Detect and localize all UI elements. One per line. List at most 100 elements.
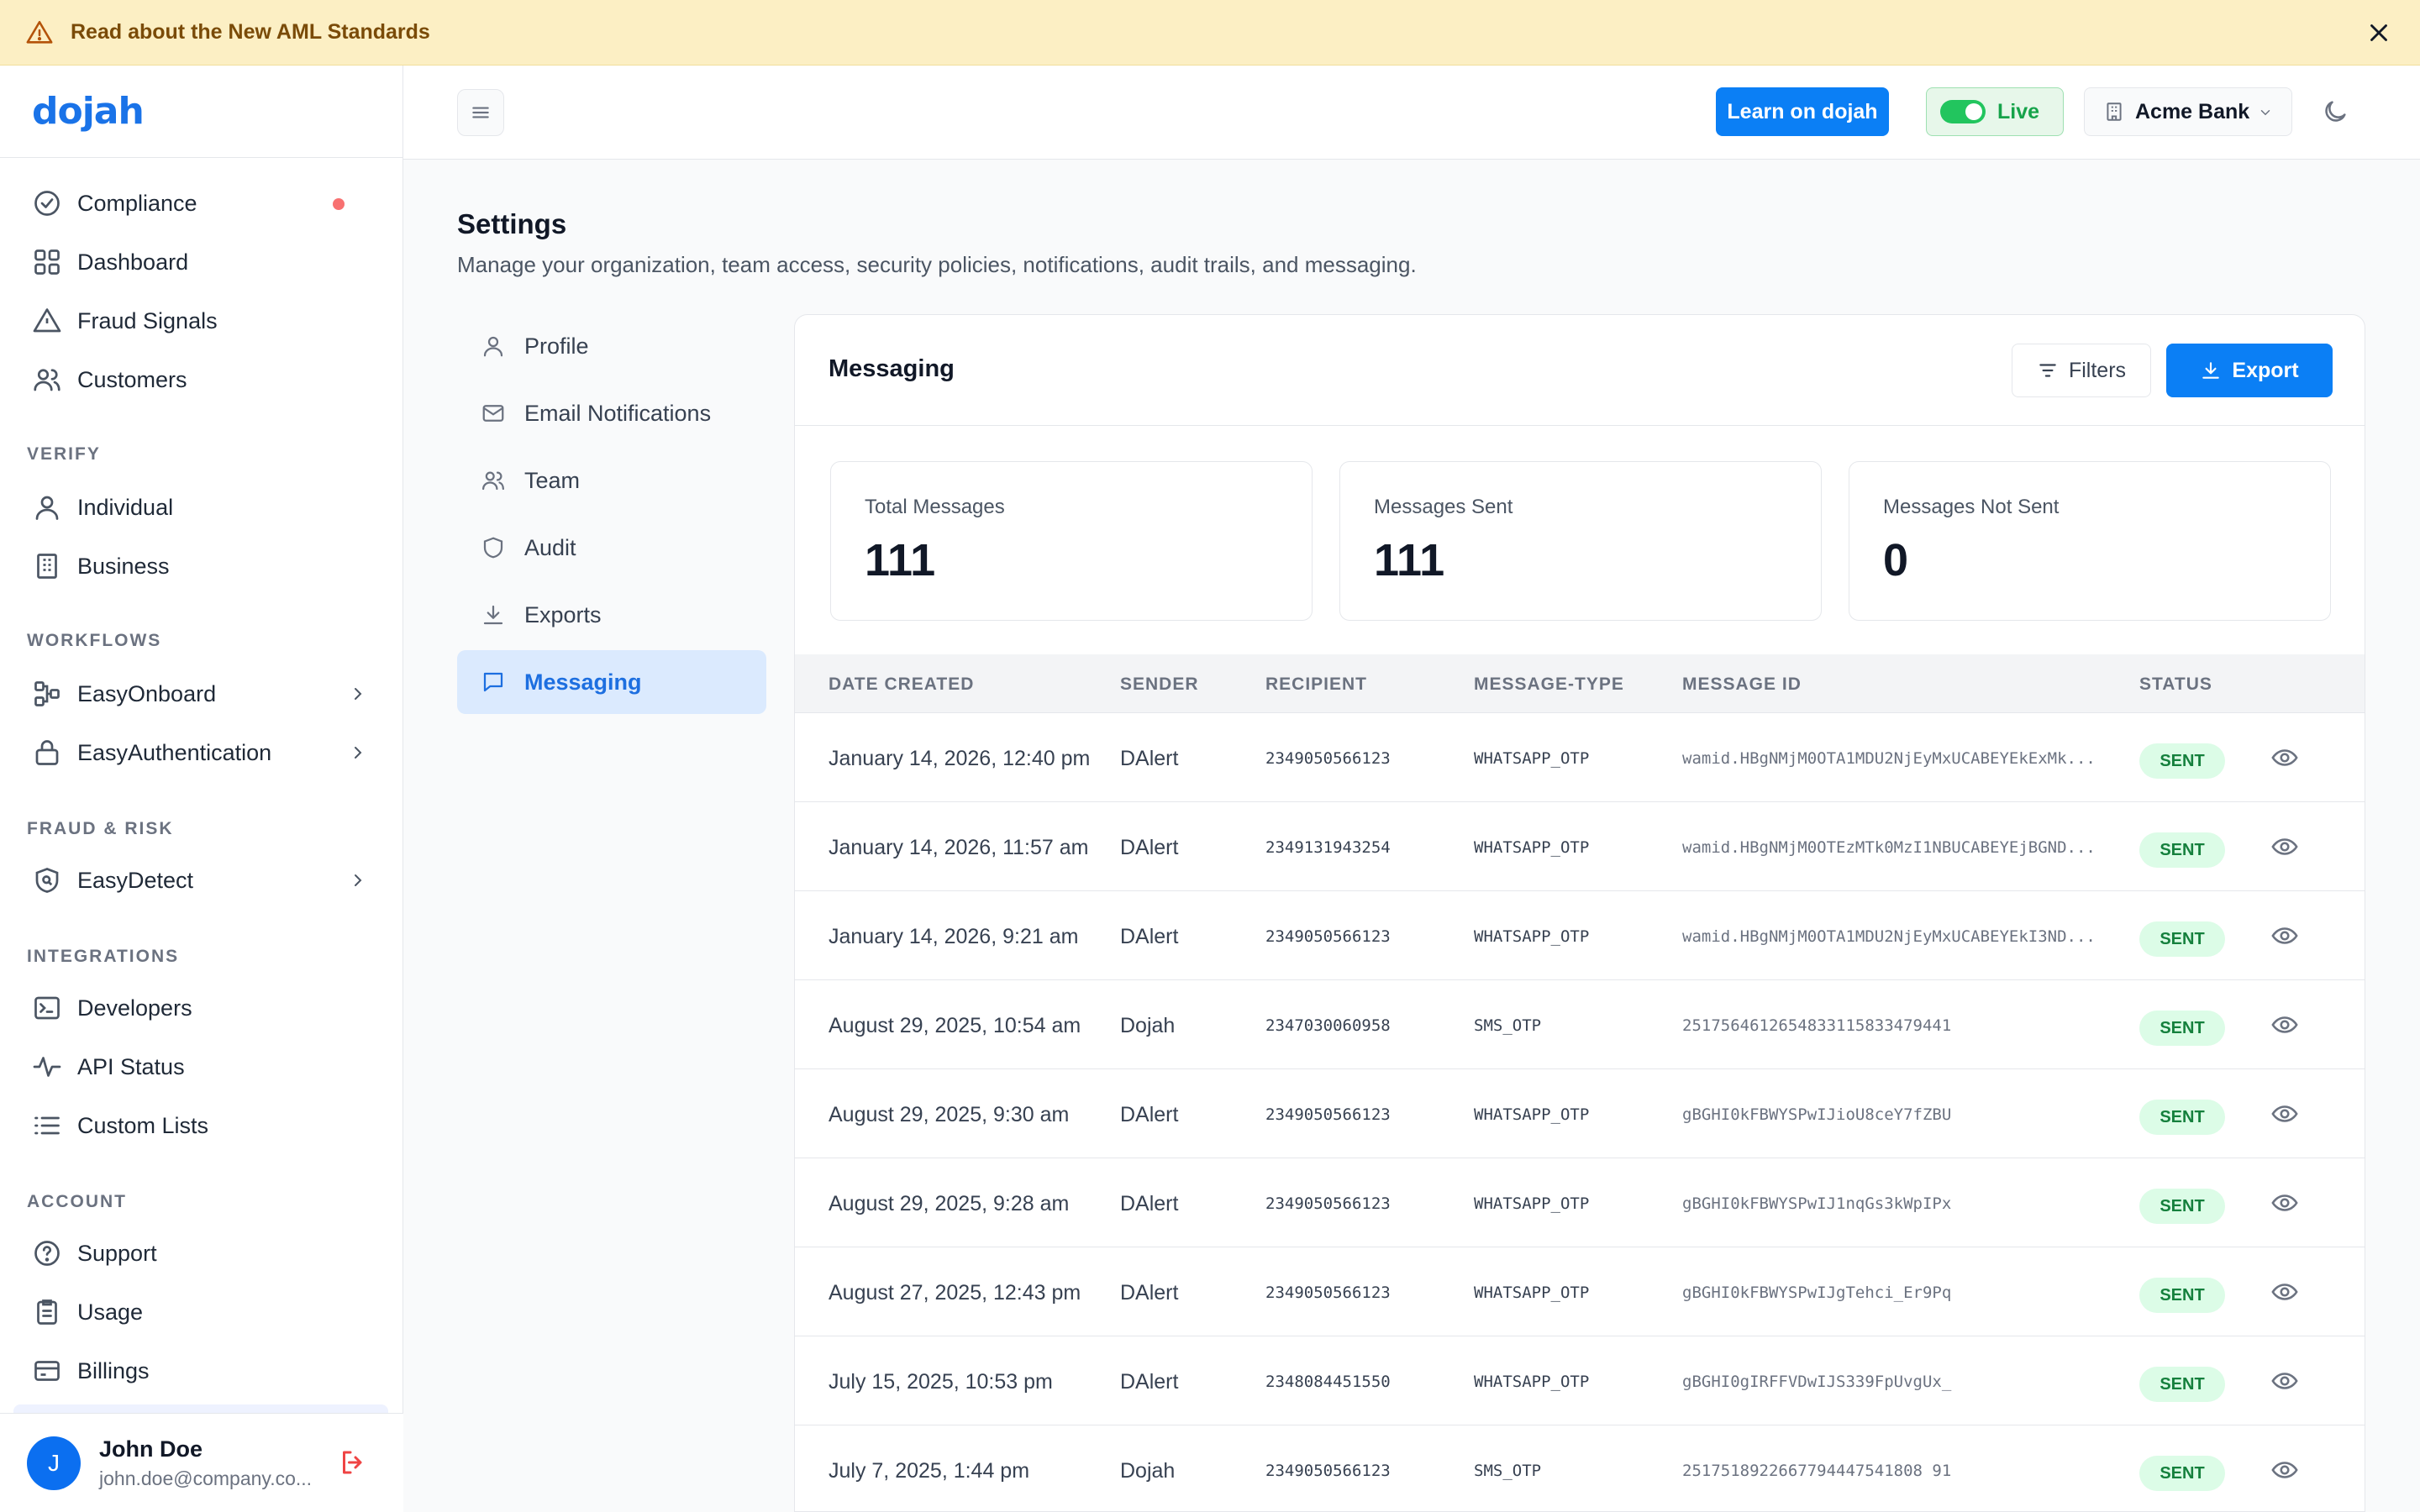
cell-recipient: 2348084451550 — [1265, 1373, 1391, 1391]
download-icon — [2202, 362, 2220, 379]
sidebar-item-dashboard[interactable]: Dashboard — [17, 237, 378, 287]
sidebar-item-billings[interactable]: Billings — [17, 1346, 378, 1396]
eye-icon[interactable] — [2270, 1011, 2299, 1039]
section-label-account: ACCOUNT — [27, 1192, 127, 1211]
table-row[interactable]: August 29, 2025, 10:54 am Dojah 2347030060… — [795, 980, 2365, 1069]
eye-icon[interactable] — [2270, 832, 2299, 861]
live-mode-toggle[interactable]: Live — [1926, 87, 2064, 136]
sidebar-item-fraud-signals[interactable]: Fraud Signals — [17, 296, 378, 346]
table-row[interactable]: January 14, 2026, 12:40 pm DAlert 23490505… — [795, 713, 2365, 802]
table-row[interactable]: January 14, 2026, 9:21 am DAlert 234905056… — [795, 891, 2365, 980]
toggle-switch[interactable] — [1940, 100, 1986, 123]
eye-icon[interactable] — [2270, 1367, 2299, 1395]
learn-on-dojah-button[interactable]: Learn on dojah — [1716, 87, 1889, 136]
sidebar-item-business[interactable]: Business — [17, 541, 378, 591]
sidebar-item-usage[interactable]: Usage — [17, 1287, 378, 1337]
close-icon[interactable] — [2365, 18, 2393, 47]
list-icon — [34, 1116, 60, 1135]
sidebar-item-developers[interactable]: Developers — [17, 983, 378, 1033]
organization-selector[interactable]: Acme Bank — [2084, 87, 2292, 136]
table-row[interactable]: August 27, 2025, 12:43 pm DAlert 234905056… — [795, 1247, 2365, 1336]
sidebar-item-easydetect[interactable]: EasyDetect — [17, 855, 378, 906]
help-circle-icon — [34, 1241, 60, 1266]
table-row[interactable]: January 14, 2026, 11:57 am DAlert 23491319… — [795, 802, 2365, 891]
column-header-date[interactable]: DATE CREATED — [829, 675, 974, 695]
user-profile[interactable]: J John Doe john.doe@company.co... — [0, 1413, 403, 1512]
user-email: john.doe@company.co... — [99, 1467, 313, 1489]
logo[interactable]: dojah — [32, 90, 145, 133]
filters-label: Filters — [2068, 358, 2127, 382]
avatar: J — [27, 1436, 81, 1490]
stat-label: Messages Sent — [1374, 496, 1513, 518]
column-header-message-id[interactable]: MESSAGE ID — [1682, 675, 1802, 695]
column-header-sender[interactable]: SENDER — [1120, 675, 1199, 695]
settings-tab-profile[interactable]: Profile — [457, 314, 766, 378]
stat-value: 0 — [1883, 535, 1909, 585]
page-subtitle: Manage your organization, team access, s… — [457, 252, 1417, 277]
stat-value: 111 — [865, 535, 936, 585]
table-row[interactable]: July 7, 2025, 1:44 pm Dojah 2349050566123 S… — [795, 1425, 2365, 1511]
shield-search-icon — [35, 868, 59, 893]
filters-button[interactable]: Filters — [2012, 344, 2151, 397]
stat-value: 111 — [1374, 535, 1445, 585]
chevron-right-icon — [355, 874, 362, 886]
column-header-message-type[interactable]: MESSAGE-TYPE — [1474, 675, 1624, 695]
settings-tab-label: Messaging — [524, 669, 642, 695]
cell-date: July 15, 2025, 10:53 pm — [829, 1370, 1053, 1394]
export-button[interactable]: Export — [2166, 344, 2333, 397]
stat-card-messages-not-sent: Messages Not Sent 0 — [1849, 461, 2331, 621]
organization-name: Acme Bank — [2135, 99, 2250, 123]
cell-message-id: 2517518922667794447541808 91 — [1682, 1462, 1952, 1480]
sidebar-item-easyauthentication[interactable]: EasyAuthentication — [17, 727, 378, 778]
sidebar-item-label: Billings — [77, 1357, 150, 1383]
cell-date: August 29, 2025, 9:28 am — [829, 1192, 1070, 1215]
settings-tab-exports[interactable]: Exports — [457, 583, 766, 647]
cell-message-type: SMS_OTP — [1474, 1016, 1542, 1035]
status-badge: SENT — [2139, 743, 2225, 779]
cell-sender: Dojah — [1120, 1014, 1176, 1037]
sidebar-item-label: Compliance — [77, 190, 197, 216]
sidebar-item-customers[interactable]: Customers — [17, 354, 378, 405]
sidebar-item-support[interactable]: Support — [17, 1228, 378, 1278]
status-badge: SENT — [2139, 1278, 2225, 1313]
cell-recipient: 2349050566123 — [1265, 1105, 1391, 1124]
sidebar-item-individual[interactable]: Individual — [17, 482, 378, 533]
cell-message-type: WHATSAPP_OTP — [1474, 927, 1590, 946]
sidebar-item-label: API Status — [77, 1053, 185, 1079]
sidebar-item-custom-lists[interactable]: Custom Lists — [17, 1100, 378, 1151]
column-header-status[interactable]: STATUS — [2139, 675, 2212, 695]
settings-tab-audit[interactable]: Audit — [457, 516, 766, 580]
eye-icon[interactable] — [2270, 1456, 2299, 1484]
menu-toggle-button[interactable] — [457, 89, 504, 136]
banner-link[interactable]: Read about the New AML Standards — [71, 20, 430, 45]
eye-icon[interactable] — [2270, 743, 2299, 772]
column-header-recipient[interactable]: RECIPIENT — [1265, 675, 1367, 695]
sidebar-item-label: Usage — [77, 1299, 144, 1325]
cell-recipient: 2349050566123 — [1265, 927, 1391, 946]
menu-icon — [472, 107, 489, 118]
table-row[interactable]: August 29, 2025, 9:30 am DAlert 2349050566… — [795, 1069, 2365, 1158]
sidebar-item-api-status[interactable]: API Status — [17, 1042, 378, 1092]
cell-message-type: SMS_OTP — [1474, 1462, 1542, 1480]
cell-date: January 14, 2026, 12:40 pm — [829, 747, 1091, 770]
logout-icon[interactable] — [338, 1447, 368, 1478]
table-row[interactable]: August 29, 2025, 9:28 am DAlert 2349050566… — [795, 1158, 2365, 1247]
sidebar-item-easyonboard[interactable]: EasyOnboard — [17, 669, 378, 719]
sidebar-item-label: Fraud Signals — [77, 307, 218, 333]
shield-icon — [483, 537, 503, 559]
eye-icon[interactable] — [2270, 1278, 2299, 1306]
moon-icon[interactable] — [2321, 97, 2349, 126]
sidebar-item-compliance[interactable]: Compliance — [17, 178, 378, 228]
settings-tab-team[interactable]: Team — [457, 449, 766, 512]
eye-icon[interactable] — [2270, 921, 2299, 950]
cell-sender: Dojah — [1120, 1459, 1176, 1483]
settings-tab-label: Audit — [524, 534, 576, 560]
chevron-down-icon — [2260, 110, 2270, 116]
table-row[interactable]: July 15, 2025, 10:53 pm DAlert 23480844515… — [795, 1336, 2365, 1425]
table-header: DATE CREATED SENDER RECIPIENT MESSAGE-TY… — [795, 654, 2365, 713]
eye-icon[interactable] — [2270, 1100, 2299, 1128]
settings-tab-messaging[interactable]: Messaging — [457, 650, 766, 714]
eye-icon[interactable] — [2270, 1189, 2299, 1217]
settings-tab-email-notifications[interactable]: Email Notifications — [457, 381, 766, 445]
download-icon — [483, 605, 503, 625]
